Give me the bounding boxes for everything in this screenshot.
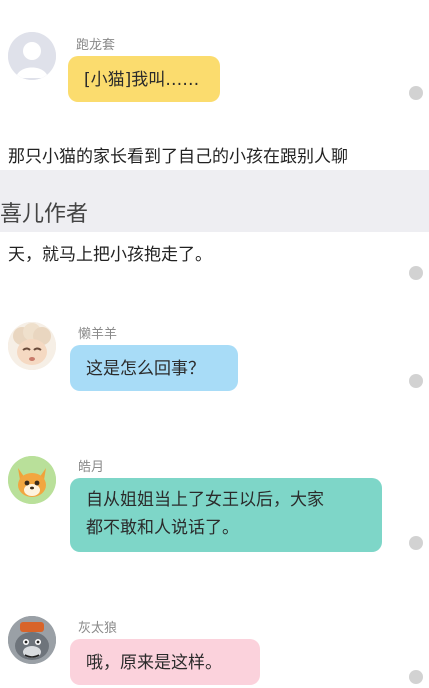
wolf-avatar-icon — [8, 616, 56, 664]
avatar-paolongtao[interactable] — [8, 32, 56, 80]
narration-line: 天，就马上把小孩抱走了。 — [8, 245, 212, 265]
watermark-text: 喜儿作者 — [0, 202, 89, 227]
message-bubble[interactable]: 哦，原来是这样。 — [70, 639, 260, 685]
message-text: 哦，原来是这样。 — [86, 653, 222, 673]
sender-name: 跑龙套 — [76, 38, 116, 53]
narration-line: 那只小猫的家长看到了自己的小孩在跟别人聊 — [8, 147, 348, 167]
sender-name: 灰太狼 — [78, 621, 118, 636]
avatar-huitailang[interactable] — [8, 616, 56, 664]
message-bubble[interactable]: 这是怎么回事？ — [70, 345, 238, 391]
message-bubble[interactable]: 自从姐姐当上了女王以后，大家 都不敢和人说话了。 — [70, 478, 382, 552]
message-bubble[interactable]: [小猫]我叫…… — [68, 56, 220, 102]
message-text: [小猫]我叫…… — [84, 70, 200, 90]
message-text: 自从姐姐当上了女王以后，大家 — [86, 490, 324, 510]
chat-screen: 跑龙套 [小猫]我叫…… 那只小猫的家长看到了自己的小孩在跟别人聊 喜儿作者 天… — [0, 0, 429, 688]
status-dot — [409, 670, 423, 684]
status-dot — [409, 266, 423, 280]
message-text: 这是怎么回事？ — [86, 359, 205, 379]
status-dot — [409, 86, 423, 100]
status-dot — [409, 536, 423, 550]
status-dot — [409, 374, 423, 388]
avatar-haoyue[interactable] — [8, 456, 56, 504]
fox-avatar-icon — [8, 456, 56, 504]
avatar-lanyangyang[interactable] — [8, 322, 56, 370]
sheep-avatar-icon — [8, 322, 56, 370]
sender-name: 皓月 — [78, 460, 105, 475]
sender-name: 懒羊羊 — [78, 327, 118, 342]
message-text: 都不敢和人说话了。 — [86, 518, 239, 538]
default-avatar-icon — [8, 32, 56, 80]
